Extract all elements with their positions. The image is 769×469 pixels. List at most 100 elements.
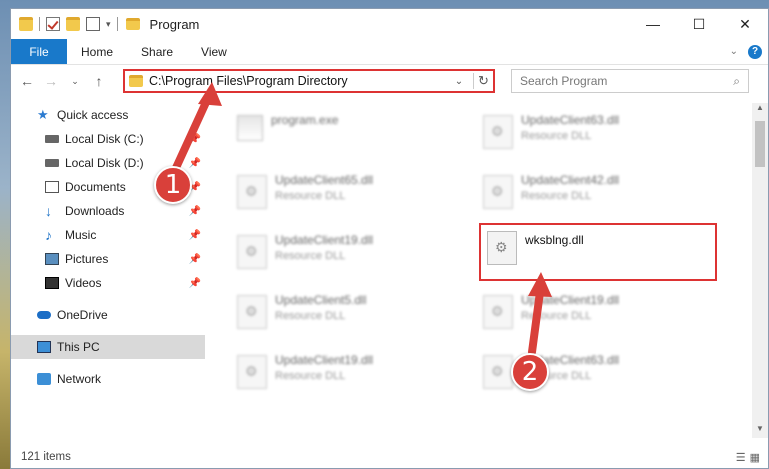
file-item[interactable]: UpdateClient63.dll Resource DLL [483, 109, 723, 159]
dll-file-icon [483, 355, 513, 389]
view-options-icon[interactable] [86, 17, 100, 31]
expand-ribbon-chevron-icon[interactable]: ⌄ [730, 46, 738, 57]
file-item[interactable]: UpdateClient19.dll Resource DLL [483, 289, 723, 339]
callout-badge-1: 1 [154, 166, 192, 204]
computer-icon [37, 341, 51, 353]
sidebar-item-music[interactable]: ♪ Music 📌 [11, 223, 205, 247]
forward-arrow-icon[interactable]: → [41, 73, 61, 89]
documents-icon [45, 181, 59, 193]
sidebar-item-label: Pictures [65, 252, 109, 266]
callout-badge-2: 2 [511, 353, 549, 391]
scroll-thumb[interactable] [755, 121, 765, 167]
file-name: UpdateClient63.dll [521, 113, 620, 127]
window-controls: — ☐ ✕ [630, 9, 768, 39]
sidebar-item-label: This PC [57, 340, 100, 354]
cloud-icon [37, 311, 51, 319]
file-name: UpdateClient19.dll [275, 233, 374, 247]
dll-file-icon [483, 175, 513, 209]
star-icon: ★ [37, 107, 49, 122]
scroll-up-arrow-icon[interactable]: ▲ [752, 103, 768, 117]
address-bar[interactable]: C:\Program Files\Program Directory ⌄ ↻ [123, 69, 495, 93]
file-item[interactable]: UpdateClient42.dll Resource DLL [483, 169, 723, 219]
tab-view[interactable]: View [187, 39, 241, 64]
file-type: Resource DLL [275, 370, 346, 382]
sidebar-item-label: Music [65, 228, 97, 242]
file-item[interactable]: UpdateClient19.dll Resource DLL [237, 229, 477, 279]
file-name: UpdateClient5.dll [275, 293, 367, 307]
file-item[interactable]: UpdateClient5.dll Resource DLL [237, 289, 477, 339]
sidebar-item-label: Quick access [57, 108, 129, 122]
back-arrow-icon[interactable]: ← [17, 73, 37, 89]
sidebar-item-this-pc[interactable]: This PC [11, 335, 205, 359]
sidebar-item-videos[interactable]: Videos 📌 [11, 271, 205, 295]
file-item[interactable]: program.exe [237, 109, 477, 159]
new-folder-icon[interactable] [66, 17, 80, 31]
file-item-highlighted[interactable]: wksblng.dll [479, 223, 717, 281]
search-placeholder[interactable]: Search Program [520, 74, 607, 88]
sidebar-item-label: Local Disk (C:) [65, 132, 144, 146]
vertical-scrollbar[interactable]: ▲ ▼ [752, 103, 768, 438]
address-folder-icon [129, 75, 143, 87]
drive-icon [45, 135, 59, 143]
sidebar-item-pictures[interactable]: Pictures 📌 [11, 247, 205, 271]
title-folder-icon [125, 18, 140, 30]
address-path[interactable]: C:\Program Files\Program Directory [149, 74, 445, 88]
sidebar-item-label: Network [57, 372, 102, 386]
status-bar: 121 items [11, 446, 768, 468]
maximize-button[interactable]: ☐ [676, 9, 722, 39]
file-type: Resource DLL [275, 190, 346, 202]
file-name: UpdateClient19.dll [275, 353, 374, 367]
file-item[interactable]: UpdateClient19.dll Resource DLL [237, 349, 477, 399]
dll-file-icon [237, 295, 267, 329]
file-type: Resource DLL [275, 250, 346, 262]
title-bar: ▾ Program — ☐ ✕ [11, 9, 768, 39]
divider [116, 17, 118, 31]
tab-share[interactable]: Share [127, 39, 187, 64]
properties-check-icon[interactable] [46, 17, 60, 31]
file-type: Resource DLL [521, 130, 592, 142]
refresh-icon[interactable]: ↻ [473, 73, 493, 89]
large-icons-view-icon[interactable]: ▦ [750, 451, 760, 464]
ribbon: File Home Share View ⌄ ? [11, 39, 768, 65]
navigation-pane: ★ Quick access Local Disk (C:) 📌 Local D… [11, 103, 205, 438]
address-dropdown-icon[interactable]: ⌄ [451, 76, 467, 87]
scroll-down-arrow-icon[interactable]: ▼ [752, 424, 768, 438]
close-button[interactable]: ✕ [722, 9, 768, 39]
view-buttons: ☰ ▦ [736, 451, 760, 464]
pin-icon[interactable]: 📌 [189, 230, 201, 241]
music-note-icon: ♪ [45, 227, 52, 243]
sidebar-item-label: Local Disk (D:) [65, 156, 144, 170]
sidebar-item-network[interactable]: Network [11, 367, 205, 391]
pin-icon[interactable]: 📌 [189, 206, 201, 217]
pin-icon[interactable]: 📌 [189, 134, 201, 145]
sidebar-item-label: Documents [65, 180, 126, 194]
pin-icon[interactable]: 📌 [189, 158, 201, 169]
details-view-icon[interactable]: ☰ [736, 451, 746, 464]
folder-icon[interactable] [19, 17, 33, 31]
pin-icon[interactable]: 📌 [189, 254, 201, 265]
video-film-icon [45, 277, 59, 289]
search-icon[interactable]: ⌕ [733, 74, 740, 89]
tab-file[interactable]: File [11, 39, 67, 64]
search-box[interactable]: Search Program ⌕ [511, 69, 749, 93]
tab-home[interactable]: Home [67, 39, 127, 64]
help-icon[interactable]: ? [748, 44, 762, 59]
item-count: 121 items [21, 451, 71, 463]
recent-chevron-icon[interactable]: ⌄ [65, 76, 85, 87]
divider [39, 17, 40, 31]
minimize-button[interactable]: — [630, 9, 676, 39]
quick-access-toolbar: ▾ [11, 17, 118, 31]
file-name: program.exe [271, 113, 339, 127]
sidebar-item-local-disk-c[interactable]: Local Disk (C:) 📌 [11, 127, 205, 151]
pin-icon[interactable]: 📌 [189, 278, 201, 289]
file-type: Resource DLL [521, 310, 592, 322]
sidebar-item-onedrive[interactable]: OneDrive [11, 303, 205, 327]
network-icon [37, 373, 51, 385]
exe-file-icon [237, 115, 263, 141]
file-item[interactable]: UpdateClient65.dll Resource DLL [237, 169, 477, 219]
customize-chevron-icon[interactable]: ▾ [106, 19, 111, 30]
sidebar-quick-access[interactable]: ★ Quick access [11, 103, 205, 127]
file-name: UpdateClient65.dll [275, 173, 374, 187]
up-arrow-icon[interactable]: ↑ [89, 73, 109, 89]
window-title: Program [149, 16, 200, 32]
